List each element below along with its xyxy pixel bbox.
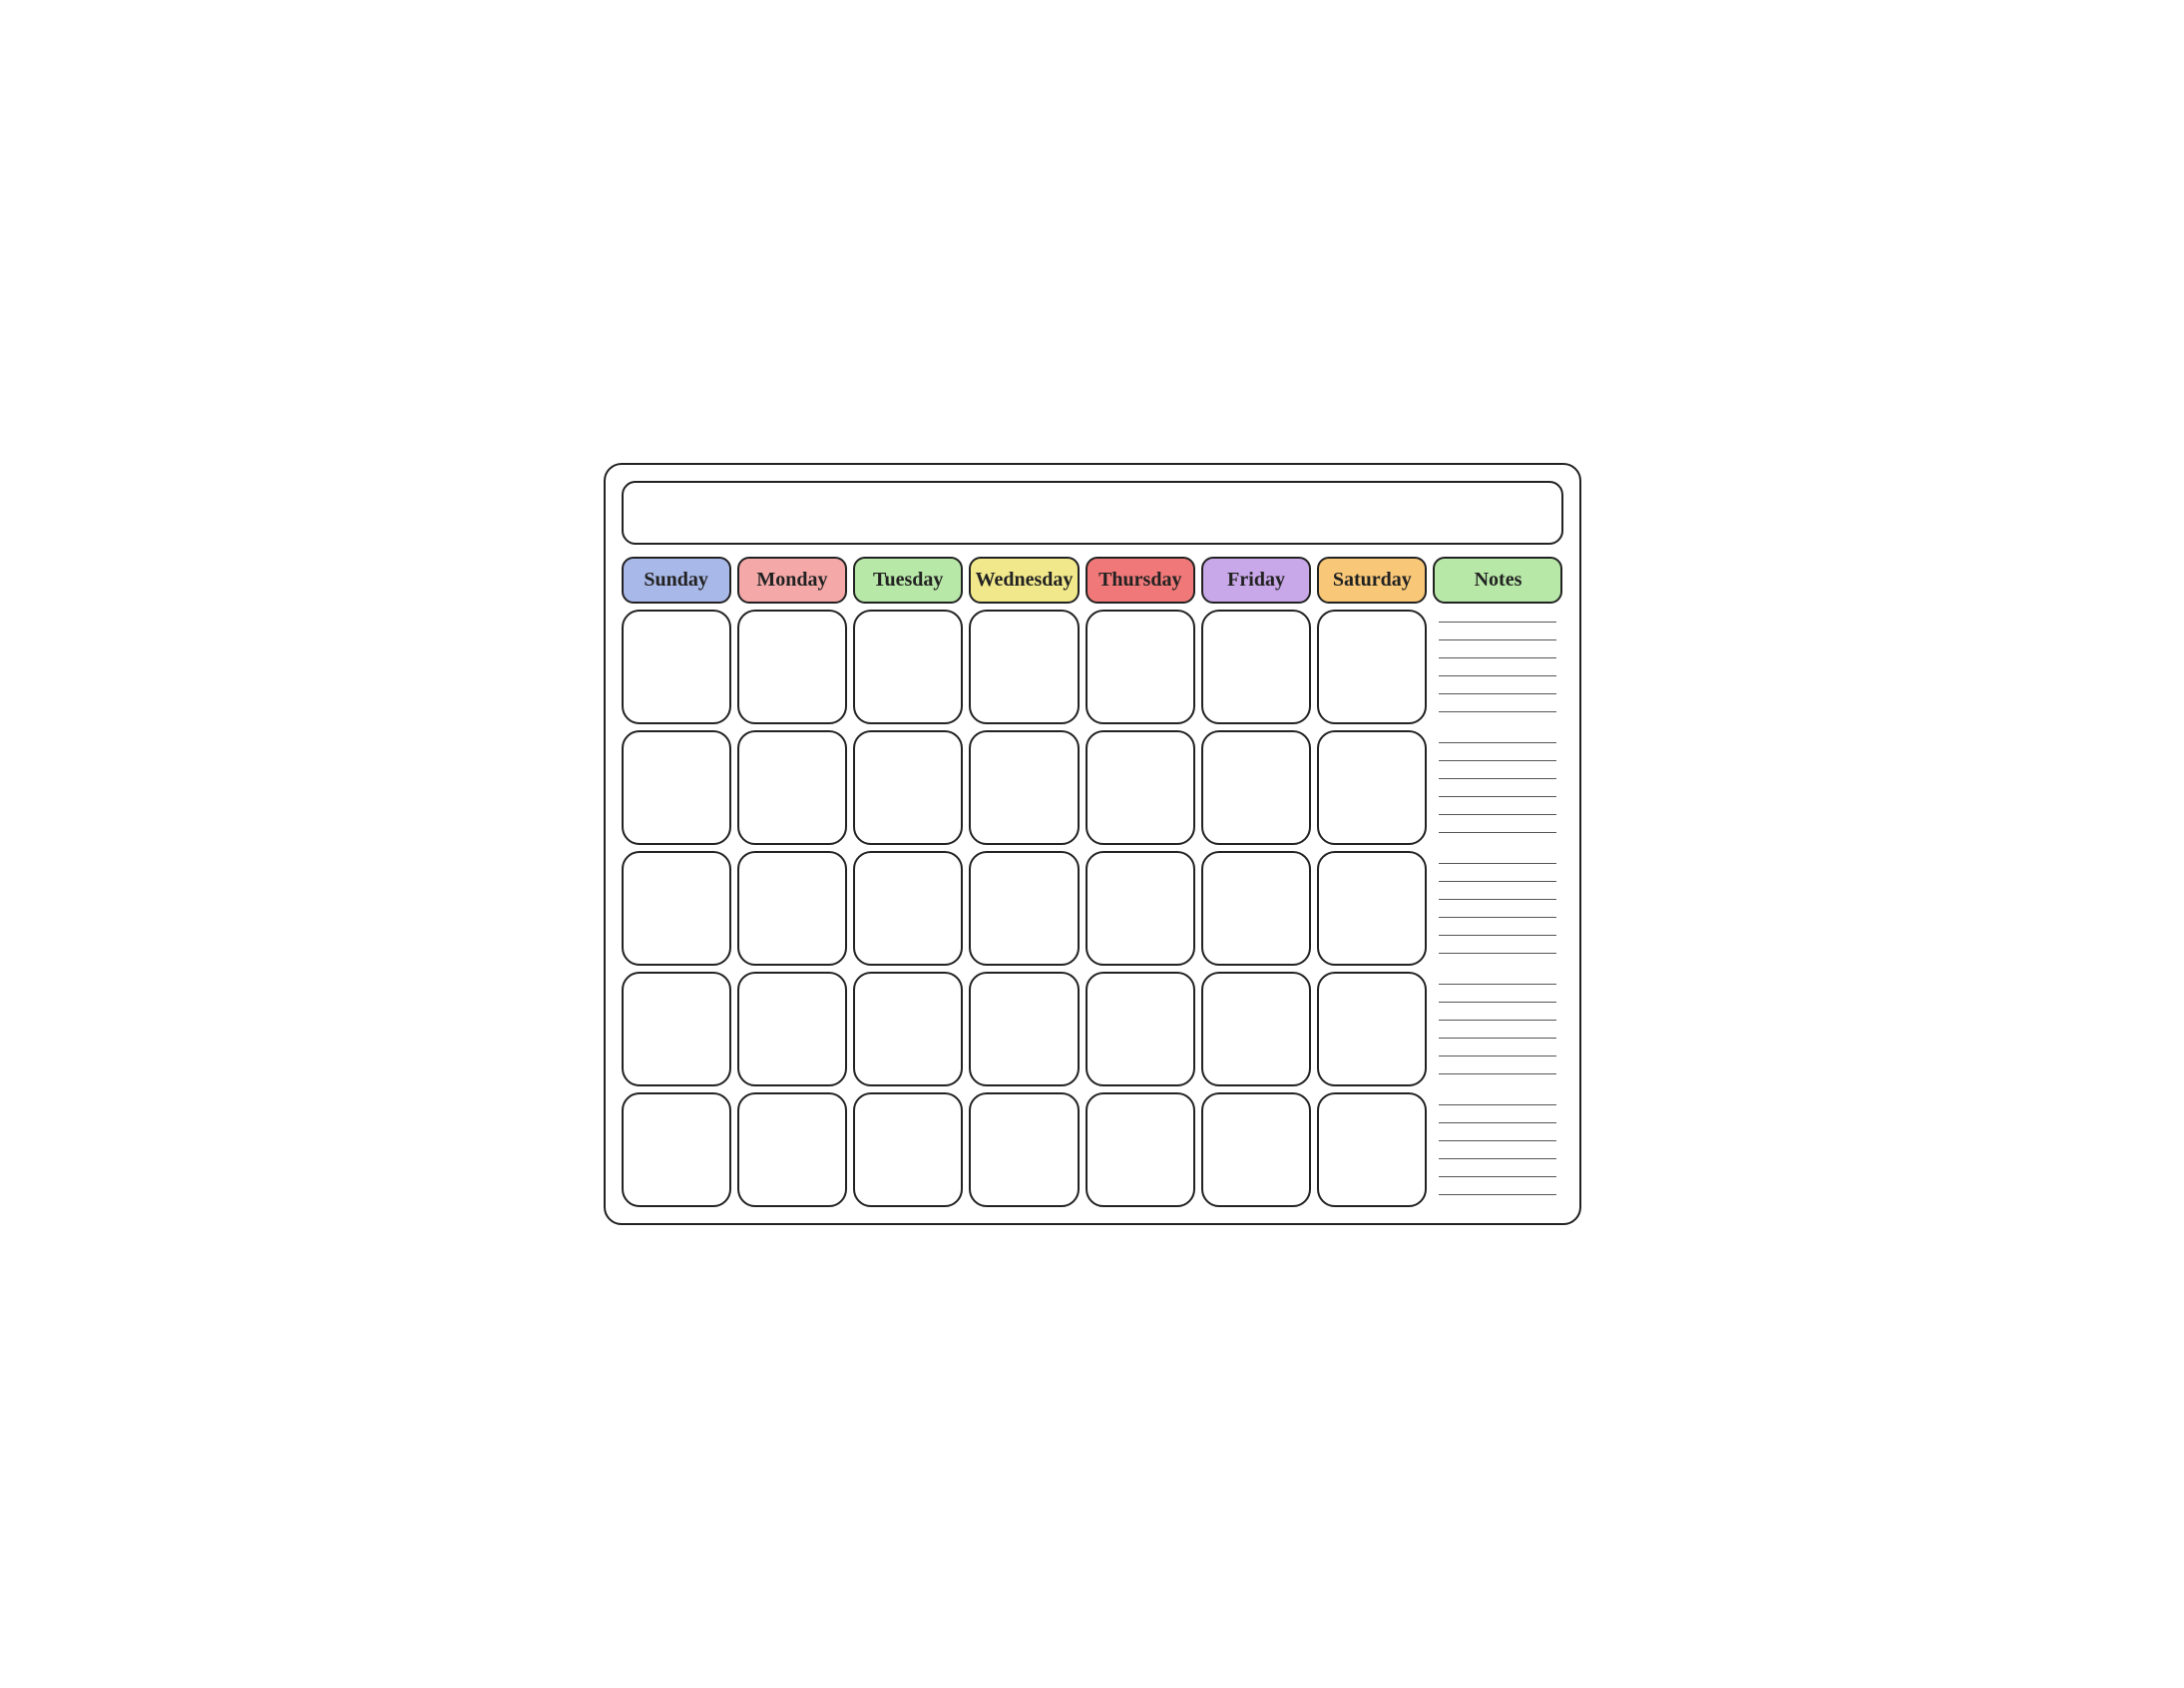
calendar-grid: Sunday Monday Tuesday Wednesday Thursday… [622,557,1563,1207]
notes-line [1439,1122,1556,1123]
notes-line [1439,881,1556,882]
notes-line [1439,675,1556,676]
notes-line [1439,1073,1556,1074]
notes-lines-row1 [1433,610,1562,724]
cell-row2-wed[interactable] [969,730,1079,845]
notes-line [1439,796,1556,797]
cell-row3-mon[interactable] [737,851,847,966]
notes-line [1439,742,1556,743]
notes-line [1439,622,1556,623]
notes-line [1439,711,1556,712]
cell-row4-tue[interactable] [853,972,963,1086]
cell-row4-thu[interactable] [1086,972,1195,1086]
notes-lines-row4 [1433,972,1562,1086]
header-wednesday: Wednesday [969,557,1079,604]
notes-line [1439,1194,1556,1195]
notes-line [1439,1038,1556,1039]
cell-row4-sun[interactable] [622,972,731,1086]
cell-row2-tue[interactable] [853,730,963,845]
cell-row5-sun[interactable] [622,1092,731,1207]
notes-line [1439,1158,1556,1159]
header-monday: Monday [737,557,847,604]
cell-row1-sun[interactable] [622,610,731,724]
cell-row3-sun[interactable] [622,851,731,966]
notes-line [1439,953,1556,954]
notes-line [1439,778,1556,779]
cell-row1-tue[interactable] [853,610,963,724]
notes-lines-row5 [1433,1092,1562,1207]
cell-row5-sat[interactable] [1317,1092,1427,1207]
notes-line [1439,657,1556,658]
cell-row3-wed[interactable] [969,851,1079,966]
title-bar[interactable] [622,481,1563,545]
cell-row2-thu[interactable] [1086,730,1195,845]
notes-lines-row3 [1433,851,1562,966]
notes-line [1439,1002,1556,1003]
notes-line [1439,935,1556,936]
cell-row5-fri[interactable] [1201,1092,1311,1207]
cell-row4-sat[interactable] [1317,972,1427,1086]
cell-row1-wed[interactable] [969,610,1079,724]
cell-row5-wed[interactable] [969,1092,1079,1207]
notes-line [1439,1020,1556,1021]
notes-line [1439,760,1556,761]
notes-line [1439,639,1556,640]
cell-row5-tue[interactable] [853,1092,963,1207]
cell-row3-tue[interactable] [853,851,963,966]
cell-row1-fri[interactable] [1201,610,1311,724]
header-thursday: Thursday [1086,557,1195,604]
cell-row4-fri[interactable] [1201,972,1311,1086]
header-sunday: Sunday [622,557,731,604]
cell-row2-sun[interactable] [622,730,731,845]
notes-line [1439,917,1556,918]
cell-row4-mon[interactable] [737,972,847,1086]
cell-row2-sat[interactable] [1317,730,1427,845]
cell-row3-sat[interactable] [1317,851,1427,966]
cell-row5-mon[interactable] [737,1092,847,1207]
notes-line [1439,832,1556,833]
cell-row2-fri[interactable] [1201,730,1311,845]
cell-row2-mon[interactable] [737,730,847,845]
notes-line [1439,1055,1556,1056]
calendar-wrapper: Sunday Monday Tuesday Wednesday Thursday… [604,463,1581,1225]
notes-line [1439,1140,1556,1141]
notes-line [1439,1104,1556,1105]
cell-row1-mon[interactable] [737,610,847,724]
notes-line [1439,814,1556,815]
notes-lines-row2 [1433,730,1562,845]
cell-row3-thu[interactable] [1086,851,1195,966]
cell-row3-fri[interactable] [1201,851,1311,966]
header-notes: Notes [1433,557,1562,604]
notes-line [1439,984,1556,985]
cell-row5-thu[interactable] [1086,1092,1195,1207]
notes-line [1439,863,1556,864]
notes-line [1439,693,1556,694]
cell-row1-sat[interactable] [1317,610,1427,724]
notes-line [1439,1176,1556,1177]
header-saturday: Saturday [1317,557,1427,604]
header-friday: Friday [1201,557,1311,604]
cell-row4-wed[interactable] [969,972,1079,1086]
cell-row1-thu[interactable] [1086,610,1195,724]
header-tuesday: Tuesday [853,557,963,604]
notes-line [1439,899,1556,900]
